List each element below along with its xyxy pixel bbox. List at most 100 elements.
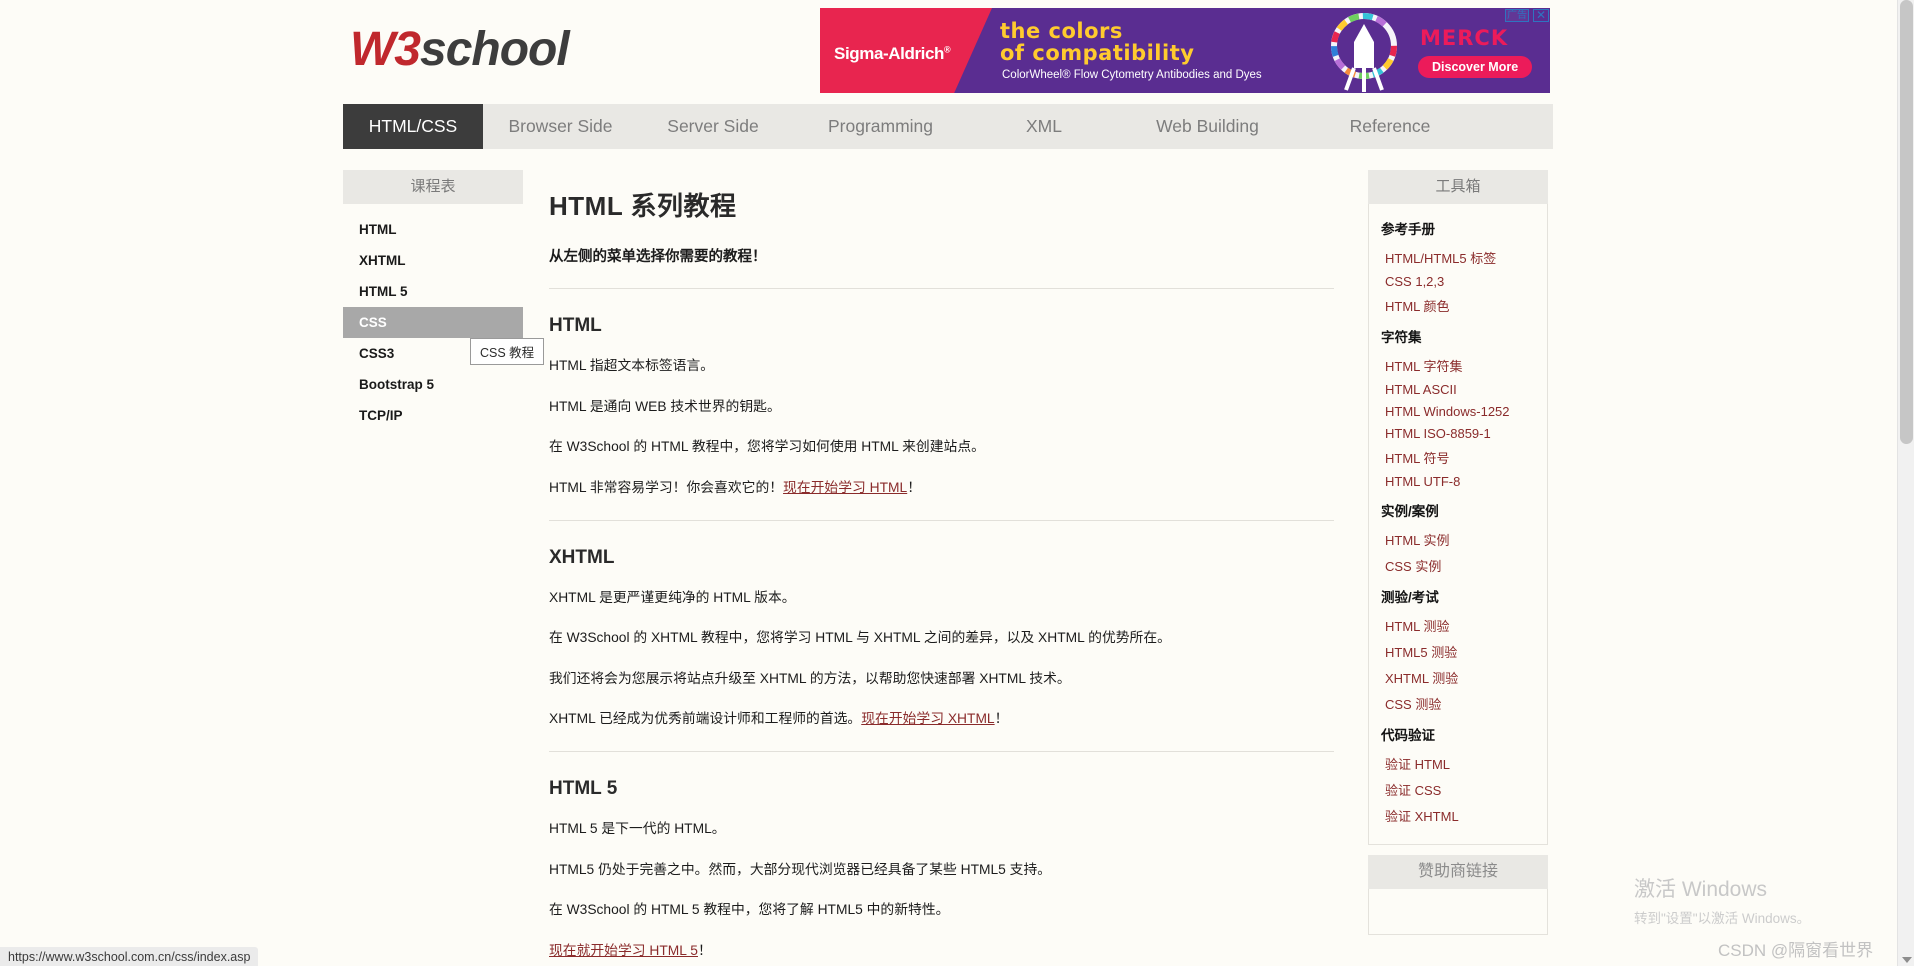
start-learning-html-link[interactable]: 现在开始学习 HTML [783,480,907,495]
nav-item-xml[interactable]: XML [973,104,1115,149]
tool-link-html-symbols[interactable]: HTML 符号 [1369,444,1547,470]
course-sidebar: 课程表 HTML XHTML HTML 5 CSS CSS3 Bootstrap… [343,170,523,966]
tool-link-html-colors[interactable]: HTML 颜色 [1369,292,1547,318]
cta-prefix: HTML 非常容易学习！你会喜欢它的！ [549,479,784,495]
tools-group-title: 参考手册 [1381,222,1435,237]
section-paragraph: 在 W3School 的 XHTML 教程中，您将学习 HTML 与 XHTML… [549,630,1171,646]
tool-link-html-iso-8859-1[interactable]: HTML ISO-8859-1 [1369,422,1547,444]
section-html: HTML HTML 指超文本标签语言。 HTML 是通向 WEB 技术世界的钥匙… [549,315,1334,498]
tool-link-xhtml-quiz[interactable]: XHTML 测验 [1369,664,1547,690]
tool-link-html-quiz[interactable]: HTML 测验 [1369,612,1547,638]
sponsor-section-title: 赞助商链接 [1368,855,1548,889]
divider [549,519,1334,521]
logo-text-primary: W3 [350,23,421,76]
vertical-scrollbar[interactable] [1897,0,1914,966]
page-title: HTML 系列教程 [549,191,737,221]
section-paragraph: HTML 5 是下一代的 HTML。 [549,821,726,836]
divider [549,751,1334,752]
sidebar-item-html5[interactable]: HTML 5 [343,276,523,307]
section-xhtml: XHTML XHTML 是更严谨更纯净的 HTML 版本。 在 W3School… [549,547,1334,730]
site-header: W3school Sigma-Aldrich® the colors of co… [0,0,1897,104]
close-icon[interactable]: ✕ [1533,9,1549,22]
sidebar-item-html[interactable]: HTML [343,214,523,245]
tool-link-html5-quiz[interactable]: HTML5 测验 [1369,638,1547,664]
tool-link-html-examples[interactable]: HTML 实例 [1369,526,1547,552]
section-paragraph: HTML 是通向 WEB 技术世界的钥匙。 [549,398,781,414]
ad-headline-line2: of compatibility [1000,41,1195,65]
nav-item-browser-side[interactable]: Browser Side [483,104,638,149]
sidebar-item-css[interactable]: CSS [343,307,523,338]
section-cta-paragraph: 现在就开始学习 HTML 5！ [549,942,1334,961]
section-paragraph: 在 W3School 的 HTML 教程中，您将学习如何使用 HTML 来创建站… [549,439,985,455]
csdn-attribution: CSDN @隔窗看世界 [1718,941,1874,960]
tools-sidebar: 工具箱 参考手册 HTML/HTML5 标签 CSS 1,2,3 HTML 颜色… [1368,170,1548,935]
nav-item-reference[interactable]: Reference [1300,104,1480,149]
ad-company-logo: MERCK [1420,26,1509,50]
chevron-down-icon[interactable] [1902,957,1912,963]
section-heading: HTML 5 [549,778,618,799]
ad-headline-line1: the colors [1000,19,1123,43]
activation-subtitle: 转到"设置"以激活 Windows。 [1634,911,1811,926]
tools-list: 参考手册 HTML/HTML5 标签 CSS 1,2,3 HTML 颜色 字符集… [1368,204,1548,845]
section-html5: HTML 5 HTML 5 是下一代的 HTML。 HTML5 仍处于完善之中。… [549,778,1334,961]
ad-brand-mark: ® [944,44,951,55]
cta-suffix: ！ [994,711,1009,727]
cta-suffix: ！ [907,479,922,495]
tool-link-validate-xhtml[interactable]: 验证 XHTML [1369,802,1547,828]
course-sidebar-title: 课程表 [343,170,523,204]
section-heading: HTML [549,315,602,336]
tool-link-html-utf-8[interactable]: HTML UTF-8 [1369,470,1547,492]
status-bar-url: https://www.w3school.com.cn/css/index.as… [0,947,259,966]
tool-link-html-windows-1252[interactable]: HTML Windows-1252 [1369,400,1547,422]
banner-ad[interactable]: Sigma-Aldrich® the colors of compatibili… [820,8,1550,93]
tool-link-validate-css[interactable]: 验证 CSS [1369,776,1547,802]
course-list: HTML XHTML HTML 5 CSS CSS3 Bootstrap 5 T… [343,204,523,966]
cta-prefix: XHTML 已经成为优秀前端设计师和工程师的首选。 [549,711,862,727]
windows-activation-watermark: 激活 Windows 转到"设置"以激活 Windows。 [1634,873,1810,927]
sponsor-section-body [1368,889,1548,935]
tools-group-title: 测验/考试 [1381,590,1439,605]
sidebar-item-tcpip[interactable]: TCP/IP [343,400,523,431]
css-tutorial-tooltip: CSS 教程 [470,338,545,365]
tool-link-html-html5-tags[interactable]: HTML/HTML5 标签 [1369,244,1547,270]
colorwheel-icon [1331,13,1397,92]
sidebar-item-xhtml[interactable]: XHTML [343,245,523,276]
start-learning-xhtml-link[interactable]: 现在开始学习 XHTML [861,711,994,726]
section-paragraph: HTML5 仍处于完善之中。然而，大部分现代浏览器已经具备了某些 HTML5 支… [549,861,1052,877]
ad-disclosure-badge[interactable]: 广告 [1505,9,1529,22]
tool-link-css-examples[interactable]: CSS 实例 [1369,552,1547,578]
sidebar-item-bootstrap5[interactable]: Bootstrap 5 [343,369,523,400]
divider [549,288,1334,289]
tools-sidebar-title: 工具箱 [1368,170,1548,204]
section-cta-paragraph: XHTML 已经成为优秀前端设计师和工程师的首选。现在开始学习 XHTML！ [549,710,1334,729]
nav-item-programming[interactable]: Programming [788,104,973,149]
tools-group-title: 字符集 [1381,330,1422,345]
cta-suffix: ！ [697,942,712,958]
section-heading: XHTML [549,546,615,568]
tool-link-html-charset[interactable]: HTML 字符集 [1369,352,1547,378]
section-cta-paragraph: HTML 非常容易学习！你会喜欢它的！现在开始学习 HTML！ [549,479,1334,498]
ad-brand-name: Sigma-Aldrich [834,44,945,63]
start-learning-html5-link[interactable]: 现在就开始学习 HTML 5 [549,943,698,958]
tools-group-title: 代码验证 [1381,728,1435,743]
section-paragraph: HTML 指超文本标签语言。 [549,358,715,373]
site-logo[interactable]: W3school [350,22,570,77]
ad-subline: ColorWheel® Flow Cytometry Antibodies an… [1002,69,1262,81]
nav-item-server-side[interactable]: Server Side [638,104,788,149]
ad-cta-button[interactable]: Discover More [1418,56,1533,78]
scrollbar-thumb[interactable] [1900,0,1913,444]
tool-link-css-quiz[interactable]: CSS 测验 [1369,690,1547,716]
nav-item-web-building[interactable]: Web Building [1115,104,1300,149]
section-paragraph: 我们还将会为您展示将站点升级至 XHTML 的方法，以帮助您快速部署 XHTML… [549,670,1071,686]
section-paragraph: XHTML 是更严谨更纯净的 HTML 版本。 [549,589,796,605]
tool-link-html-ascii[interactable]: HTML ASCII [1369,378,1547,400]
section-paragraph: 在 W3School 的 HTML 5 教程中，您将了解 HTML5 中的新特性… [549,902,950,918]
tool-link-validate-html[interactable]: 验证 HTML [1369,750,1547,776]
nav-item-html-css[interactable]: HTML/CSS [343,104,483,149]
page-lead: 从左侧的菜单选择你需要的教程！ [549,249,767,265]
main-content: HTML 系列教程 从左侧的菜单选择你需要的教程！ HTML HTML 指超文本… [523,170,1368,966]
tool-link-css-123[interactable]: CSS 1,2,3 [1369,270,1547,292]
activation-title: 激活 Windows [1634,878,1768,901]
tools-group-title: 实例/案例 [1381,504,1439,519]
main-nav: HTML/CSS Browser Side Server Side Progra… [343,104,1553,149]
